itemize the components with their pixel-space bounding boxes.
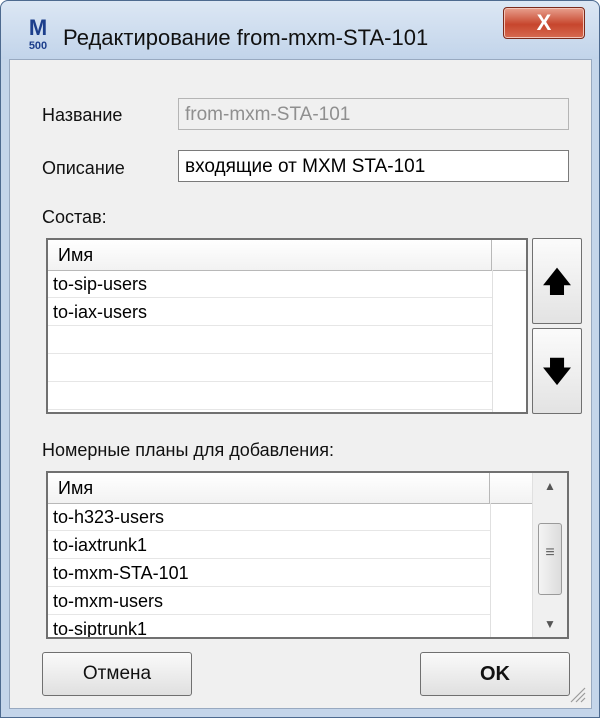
scroll-thumb[interactable]: ≡ bbox=[538, 523, 562, 595]
arrow-up-icon: 🡅 bbox=[542, 266, 572, 297]
close-button[interactable]: X bbox=[503, 7, 585, 39]
app-icon: M 500 bbox=[25, 15, 51, 53]
name-field[interactable]: from-mxm-STA-101 bbox=[178, 98, 569, 130]
available-label: Номерные планы для добавления: bbox=[42, 440, 335, 460]
ok-button[interactable]: OK bbox=[420, 652, 570, 696]
composition-row-empty bbox=[48, 326, 492, 354]
title-bar[interactable]: M 500 Редактирование from-mxm-STA-101 X bbox=[1, 1, 599, 59]
available-table-header: Имя bbox=[48, 473, 533, 504]
available-row[interactable]: to-h323-users bbox=[48, 503, 490, 531]
arrow-down-icon: 🡇 bbox=[542, 356, 572, 387]
available-scrollbar[interactable]: ▲ ≡ ▼ bbox=[532, 473, 567, 637]
dialog-body: Название from-mxm-STA-101 Описание входя… bbox=[9, 59, 592, 709]
composition-row[interactable]: to-iax-users bbox=[48, 298, 492, 326]
composition-column-name[interactable]: Имя bbox=[48, 240, 492, 270]
column-divider bbox=[492, 270, 493, 412]
resize-grip-icon[interactable] bbox=[567, 684, 587, 704]
composition-label: Состав: bbox=[42, 207, 107, 227]
move-up-button[interactable]: 🡅 bbox=[532, 238, 582, 324]
app-icon-letter: M bbox=[28, 15, 48, 40]
available-row[interactable]: to-mxm-STA-101 bbox=[48, 559, 490, 587]
available-row[interactable]: to-iaxtrunk1 bbox=[48, 531, 490, 559]
composition-row[interactable]: to-sip-users bbox=[48, 270, 492, 298]
available-column-name[interactable]: Имя bbox=[48, 473, 490, 503]
grip-lines-icon: ≡ bbox=[545, 544, 555, 561]
name-label: Название bbox=[42, 105, 123, 125]
composition-row-empty bbox=[48, 354, 492, 382]
column-divider bbox=[490, 503, 491, 637]
available-row[interactable]: to-siptrunk1 bbox=[48, 615, 490, 637]
dialog-window: M 500 Редактирование from-mxm-STA-101 X … bbox=[0, 0, 600, 718]
composition-table-header: Имя bbox=[48, 240, 526, 271]
composition-row-empty bbox=[48, 382, 492, 410]
available-row[interactable]: to-mxm-users bbox=[48, 587, 490, 615]
description-label: Описание bbox=[42, 158, 125, 178]
close-icon: X bbox=[536, 10, 552, 35]
scroll-up-icon[interactable]: ▲ bbox=[533, 479, 567, 493]
available-table[interactable]: Имя to-h323-users to-iaxtrunk1 to-mxm-ST… bbox=[46, 471, 569, 639]
description-field[interactable]: входящие от MXM STA-101 bbox=[178, 150, 569, 182]
window-title: Редактирование from-mxm-STA-101 bbox=[63, 25, 429, 50]
move-down-button[interactable]: 🡇 bbox=[532, 328, 582, 414]
composition-table[interactable]: Имя to-sip-users to-iax-users bbox=[46, 238, 528, 414]
cancel-button[interactable]: Отмена bbox=[42, 652, 192, 696]
app-icon-number: 500 bbox=[28, 40, 48, 52]
scroll-down-icon[interactable]: ▼ bbox=[533, 617, 567, 631]
